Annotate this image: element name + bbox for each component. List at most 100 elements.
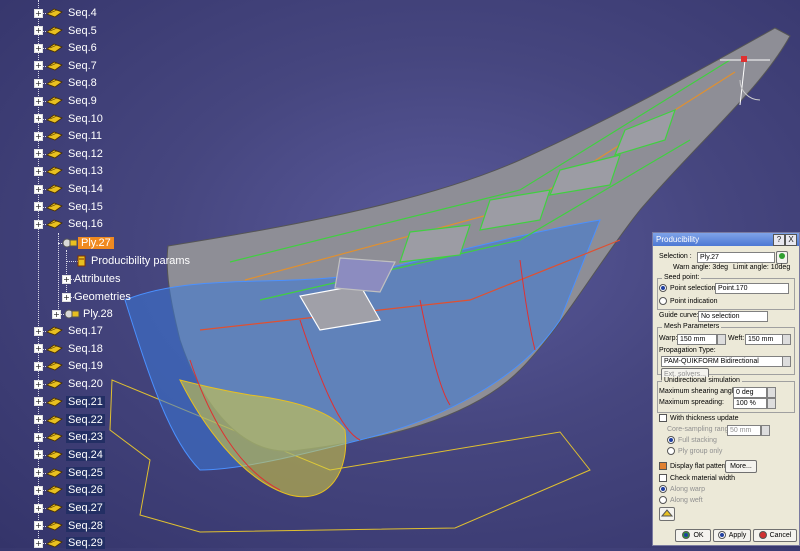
expand-icon[interactable]: +: [34, 361, 43, 371]
point-selection-radio[interactable]: Point selection: [659, 284, 716, 292]
tree-item-seq-28[interactable]: + Seq.28: [34, 518, 105, 534]
expand-icon[interactable]: +: [34, 149, 43, 159]
expand-icon[interactable]: +: [52, 309, 61, 319]
point-selection-field[interactable]: Point.170: [715, 283, 789, 294]
expand-icon[interactable]: +: [34, 538, 43, 548]
tree-item-seq-6[interactable]: + Seq.6: [34, 40, 99, 56]
tree-item-seq-5[interactable]: + Seq.5: [34, 23, 99, 39]
tree-item-seq-15[interactable]: + Seq.15: [34, 199, 105, 215]
tree-item-attributes[interactable]: + Attributes: [62, 271, 120, 287]
selection-field[interactable]: Ply.27: [697, 252, 775, 263]
expand-icon[interactable]: +: [34, 131, 43, 141]
tree-item-seq-17[interactable]: + Seq.17: [34, 323, 105, 339]
max-spreading-field[interactable]: 100 %: [733, 398, 767, 409]
core-sampling-field[interactable]: 50 mm: [727, 425, 761, 436]
tree-item-seq-11[interactable]: + Seq.11: [34, 128, 104, 144]
tree-item-ply-27[interactable]: Ply.27: [62, 235, 114, 251]
tree-item-seq-12[interactable]: + Seq.12: [34, 146, 105, 162]
expand-icon[interactable]: +: [34, 503, 43, 513]
thickness-update-checkbox[interactable]: With thickness update: [659, 414, 738, 422]
tree-item-label: Seq.19: [68, 360, 103, 373]
tree-item-seq-27[interactable]: + Seq.27: [34, 500, 105, 516]
tree-item-seq-16[interactable]: + Seq.16: [34, 216, 105, 232]
expand-icon[interactable]: +: [34, 78, 43, 88]
close-button[interactable]: X: [785, 234, 797, 246]
point-indication-radio[interactable]: Point indication: [659, 297, 717, 305]
expand-icon[interactable]: +: [34, 166, 43, 176]
spreading-spinner[interactable]: [767, 398, 776, 409]
tree-item-seq-18[interactable]: + Seq.18: [34, 341, 105, 357]
along-warp-radio[interactable]: Along warp: [659, 485, 705, 493]
tree-item-geometries[interactable]: + Geometries: [62, 289, 131, 305]
ply-group-only-radio[interactable]: Ply group only: [667, 447, 722, 455]
tree-item-seq-20[interactable]: + Seq.20: [34, 376, 105, 392]
sequence-icon: [46, 26, 63, 36]
guide-curve-field[interactable]: No selection: [698, 311, 768, 322]
max-shearing-field[interactable]: 0 deg: [733, 387, 767, 398]
expand-icon[interactable]: +: [34, 96, 43, 106]
expand-icon[interactable]: +: [62, 292, 71, 302]
expand-icon[interactable]: +: [34, 521, 43, 531]
tree-item-label: Seq.4: [68, 7, 97, 19]
expand-icon[interactable]: +: [34, 326, 43, 336]
display-flat-checkbox[interactable]: Display flat pattern: [659, 462, 728, 470]
expand-icon[interactable]: +: [34, 344, 43, 354]
tree-item-seq-19[interactable]: + Seq.19: [34, 358, 105, 374]
expand-icon[interactable]: +: [34, 450, 43, 460]
cancel-button[interactable]: Cancel: [753, 529, 797, 542]
expand-icon[interactable]: +: [34, 26, 43, 36]
tree-item-seq-9[interactable]: + Seq.9: [34, 93, 99, 109]
tree-item-seq-13[interactable]: + Seq.13: [34, 163, 105, 179]
expand-icon[interactable]: +: [34, 219, 43, 229]
tree-item-seq-10[interactable]: + Seq.10: [34, 111, 105, 127]
chevron-down-icon[interactable]: [782, 356, 791, 367]
expand-icon[interactable]: +: [34, 43, 43, 53]
expand-icon[interactable]: +: [34, 485, 43, 495]
warp-field[interactable]: 150 mm: [677, 334, 717, 345]
tree-item-seq-7[interactable]: + Seq.7: [34, 58, 99, 74]
tree-item-seq-23[interactable]: + Seq.23: [34, 429, 105, 445]
propagation-type-select[interactable]: PAM-QUIKFORM Bidirectional: [661, 356, 785, 367]
expand-icon[interactable]: +: [34, 379, 43, 389]
expand-icon[interactable]: +: [34, 184, 43, 194]
weft-field[interactable]: 150 mm: [745, 334, 783, 345]
core-sampling-spinner[interactable]: [761, 425, 770, 436]
tree-item-seq-8[interactable]: + Seq.8: [34, 75, 99, 91]
unidirectional-label: Unidirectional simulation: [662, 377, 742, 384]
check-material-checkbox[interactable]: Check material width: [659, 474, 735, 482]
expand-icon[interactable]: +: [62, 274, 71, 284]
tree-item-seq-4[interactable]: + Seq.4: [34, 5, 99, 21]
more-button[interactable]: More...: [725, 460, 757, 473]
along-weft-radio[interactable]: Along weft: [659, 496, 703, 504]
expand-icon[interactable]: +: [34, 415, 43, 424]
apply-button[interactable]: Apply: [713, 529, 751, 542]
expand-icon[interactable]: +: [34, 114, 43, 124]
shearing-spinner[interactable]: [767, 387, 776, 398]
tree-item-producibility-params[interactable]: Producibility params: [76, 253, 190, 269]
warp-spinner[interactable]: [717, 334, 726, 345]
tree-item-seq-14[interactable]: + Seq.14: [34, 181, 105, 197]
max-spreading-label: Maximum spreading:: [659, 399, 724, 406]
cancel-icon: [758, 531, 767, 540]
tree-item-seq-21[interactable]: + Seq.21: [34, 394, 105, 410]
expand-icon[interactable]: +: [34, 397, 43, 407]
expand-icon[interactable]: +: [34, 61, 43, 71]
sequence-icon: [46, 149, 63, 159]
ok-button[interactable]: OK: [675, 529, 711, 542]
tree-item-ply-28[interactable]: + Ply.28: [52, 306, 116, 322]
expand-icon[interactable]: +: [34, 468, 43, 478]
help-button[interactable]: ?: [773, 234, 785, 246]
weft-spinner[interactable]: [782, 334, 791, 345]
tree-item-seq-24[interactable]: + Seq.24: [34, 447, 105, 463]
tree-item-seq-25[interactable]: + Seq.25: [34, 465, 105, 481]
expand-icon[interactable]: +: [34, 432, 43, 442]
flatten-button[interactable]: [659, 507, 675, 521]
selection-picker-button[interactable]: [776, 251, 788, 264]
tree-item-seq-22[interactable]: + Seq.22: [34, 412, 105, 428]
full-stacking-radio[interactable]: Full stacking: [667, 436, 717, 444]
tree-item-seq-26[interactable]: + Seq.26: [34, 482, 105, 498]
expand-icon[interactable]: +: [34, 8, 43, 18]
expand-icon[interactable]: +: [34, 202, 43, 212]
radio-icon: [659, 284, 667, 292]
tree-item-seq-29[interactable]: + Seq.29: [34, 535, 105, 551]
